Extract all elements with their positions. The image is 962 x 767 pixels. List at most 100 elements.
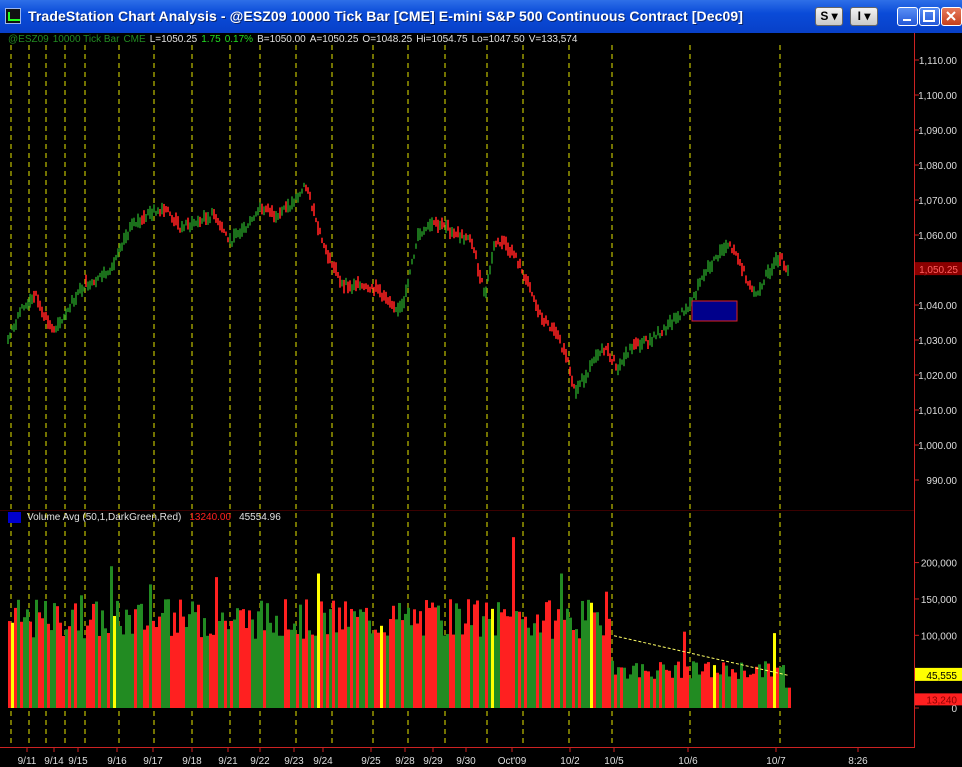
volume-bar: [41, 618, 44, 708]
volume-bar: [632, 665, 635, 708]
volume-bar: [275, 615, 278, 708]
low-price: Lo=1047.50: [471, 34, 525, 45]
price-axis-separator: [914, 33, 915, 748]
volume-bar: [644, 670, 647, 708]
volume-bar: [782, 665, 785, 708]
volume-bar: [107, 633, 110, 708]
i-menu-button[interactable]: I ▾: [850, 7, 878, 26]
volume-bar: [581, 600, 584, 708]
volume-bar: [698, 674, 701, 708]
volume-bar: [707, 662, 710, 708]
volume-bar: [512, 537, 515, 708]
volume-bar: [251, 619, 254, 708]
volume-bar: [137, 604, 140, 708]
volume-bar: [326, 634, 329, 708]
s-menu-button[interactable]: S ▾: [815, 7, 843, 26]
pane-separator: [0, 510, 914, 511]
price-axis-label: 1,070.00: [918, 196, 957, 207]
time-axis-label: Oct'09: [498, 756, 527, 767]
volume-bar: [80, 595, 83, 708]
volume-bar: [521, 619, 524, 708]
volume-bar: [587, 599, 590, 708]
price-axis-label: 1,040.00: [918, 301, 957, 312]
price-axis-label: 1,090.00: [918, 126, 957, 137]
volume-bar: [746, 677, 749, 708]
volume-bar: [671, 677, 674, 708]
volume-bar: [284, 599, 287, 708]
price-axis-label: 1,030.00: [918, 336, 957, 347]
time-axis-label: 9/16: [107, 756, 127, 767]
volume-bar: [407, 607, 410, 708]
volume-bar: [602, 635, 605, 708]
volume-bar: [617, 667, 620, 708]
volume-bar: [149, 584, 152, 708]
volume-bar: [158, 616, 161, 708]
close-button[interactable]: [941, 7, 962, 26]
volume-bar: [341, 629, 344, 708]
volume-bar: [362, 611, 365, 708]
volume-bar: [182, 616, 185, 708]
minimize-button[interactable]: [897, 7, 918, 26]
volume-bar: [65, 629, 68, 708]
volume-axis-label: 100,000: [921, 631, 958, 642]
volume-bar: [695, 662, 698, 708]
indicator-color-swatch[interactable]: [8, 512, 21, 523]
volume-bar: [167, 599, 170, 708]
volume-bar: [23, 617, 26, 708]
volume-bar: [638, 677, 641, 708]
title-bar: TradeStation Chart Analysis - @ESZ09 100…: [0, 0, 962, 33]
volume-bar: [539, 632, 542, 708]
last-price: L=1050.25: [149, 34, 198, 45]
volume-bar: [20, 621, 23, 708]
volume-bar: [536, 614, 539, 708]
volume-bar: [38, 612, 41, 708]
volume-bar: [500, 612, 503, 708]
volume-bar: [596, 612, 599, 708]
price-axis-label: 990.00: [926, 476, 957, 487]
volume-bar: [32, 637, 35, 708]
volume-bar: [743, 670, 746, 708]
volume-bar: [185, 626, 188, 708]
volume-bar: [476, 600, 479, 708]
volume-bar: [296, 634, 299, 708]
chart-window[interactable]: 1,110.00 1,100.00 1,090.00 1,080.00 1,070.00…: [0, 33, 962, 767]
volume-bar: [44, 601, 47, 708]
time-axis-label: 10/2: [560, 756, 580, 767]
volume-bar: [455, 603, 458, 708]
maximize-button[interactable]: [919, 7, 940, 26]
volume-bar: [317, 573, 320, 708]
volume-bar: [320, 601, 323, 708]
tradestation-app-icon[interactable]: [5, 8, 21, 24]
volume-bar: [641, 664, 644, 708]
chart-canvas[interactable]: 1,110.00 1,100.00 1,090.00 1,080.00 1,070.00…: [0, 33, 962, 767]
volume-bar: [380, 625, 383, 708]
volume-current-marker-label: 13,240: [926, 695, 957, 706]
volume-bar: [314, 635, 317, 708]
volume-bar: [377, 632, 380, 708]
volume-bar: [134, 609, 137, 708]
volume-bar: [506, 616, 509, 708]
volume-bar: [98, 635, 101, 708]
net-change: 1.75: [201, 34, 221, 45]
volume-bar: [425, 600, 428, 708]
volume-bar: [371, 633, 374, 708]
volume-bar: [749, 674, 752, 708]
volume-bar: [386, 635, 389, 708]
volume-bar: [623, 667, 626, 708]
time-axis-label: 9/28: [395, 756, 415, 767]
volume-bar: [206, 635, 209, 708]
volume-bar: [209, 633, 212, 708]
volume-bar: [515, 611, 518, 708]
volume-bar: [725, 665, 728, 708]
volume-bar: [122, 634, 125, 708]
price-pane-header: @ESZ09 10000 Tick Bar CME L=1050.25 1.75 0.17…: [8, 34, 581, 45]
volume-bar: [263, 630, 266, 708]
volume-bar: [95, 601, 98, 708]
volume-bar: [329, 609, 332, 708]
volume-bar: [731, 669, 734, 708]
window-title: TradeStation Chart Analysis - @ESZ09 100…: [28, 8, 744, 24]
volume-bar: [230, 620, 233, 708]
volume-bar: [332, 600, 335, 708]
volume-bar: [464, 623, 467, 708]
volume-bar: [770, 676, 773, 708]
